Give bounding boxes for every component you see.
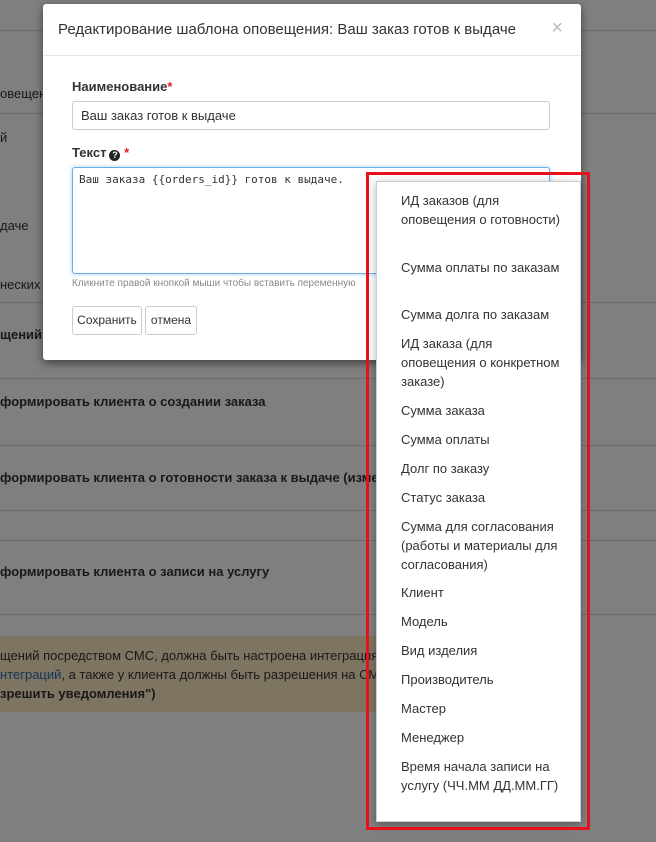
menu-item-payment-sum[interactable]: Сумма оплаты xyxy=(401,430,566,449)
menu-item-manager[interactable]: Менеджер xyxy=(401,728,566,747)
menu-item-order-debt[interactable]: Долг по заказу xyxy=(401,459,566,478)
required-mark: * xyxy=(124,145,130,160)
menu-item-product-type[interactable]: Вид изделия xyxy=(401,641,566,660)
modal-header: Редактирование шаблона оповещения: Ваш з… xyxy=(43,4,581,56)
menu-item-order-status[interactable]: Статус заказа xyxy=(401,488,566,507)
variables-context-menu: ИД заказов (для оповещения о готовности)… xyxy=(376,181,581,822)
text-label: Текст? * xyxy=(72,145,129,161)
menu-item-order-id[interactable]: ИД заказа (для оповещения о конкретном з… xyxy=(401,334,566,391)
menu-item-debt-by-orders[interactable]: Сумма долга по заказам xyxy=(401,305,566,324)
text-label-text: Текст xyxy=(72,145,107,160)
modal-title: Редактирование шаблона оповещения: Ваш з… xyxy=(58,21,516,38)
menu-item-master[interactable]: Мастер xyxy=(401,699,566,718)
right-click-hint: Кликните правой кнопкой мыши чтобы встав… xyxy=(72,278,356,289)
name-input[interactable]: Ваш заказ готов к выдаче xyxy=(72,101,550,130)
menu-item-approval-sum[interactable]: Сумма для согласования (работы и материа… xyxy=(401,517,566,574)
help-icon[interactable]: ? xyxy=(109,150,121,161)
name-label: Наименование* xyxy=(72,79,172,94)
name-label-text: Наименование xyxy=(72,79,168,94)
menu-item-appointment-time[interactable]: Время начала записи на услугу (ЧЧ.ММ ДД.… xyxy=(401,757,566,795)
menu-item-order-sum[interactable]: Сумма заказа xyxy=(401,401,566,420)
menu-item-payments-by-orders[interactable]: Сумма оплаты по заказам xyxy=(401,258,566,277)
menu-item-client[interactable]: Клиент xyxy=(401,583,566,602)
save-button[interactable]: Сохранить xyxy=(72,306,142,335)
required-mark: * xyxy=(167,79,173,94)
close-icon[interactable]: × xyxy=(551,18,563,38)
menu-item-model[interactable]: Модель xyxy=(401,612,566,631)
menu-item-manufacturer[interactable]: Производитель xyxy=(401,670,566,689)
menu-item-orders-ids[interactable]: ИД заказов (для оповещения о готовности) xyxy=(401,191,566,229)
cancel-button[interactable]: отмена xyxy=(145,306,197,335)
